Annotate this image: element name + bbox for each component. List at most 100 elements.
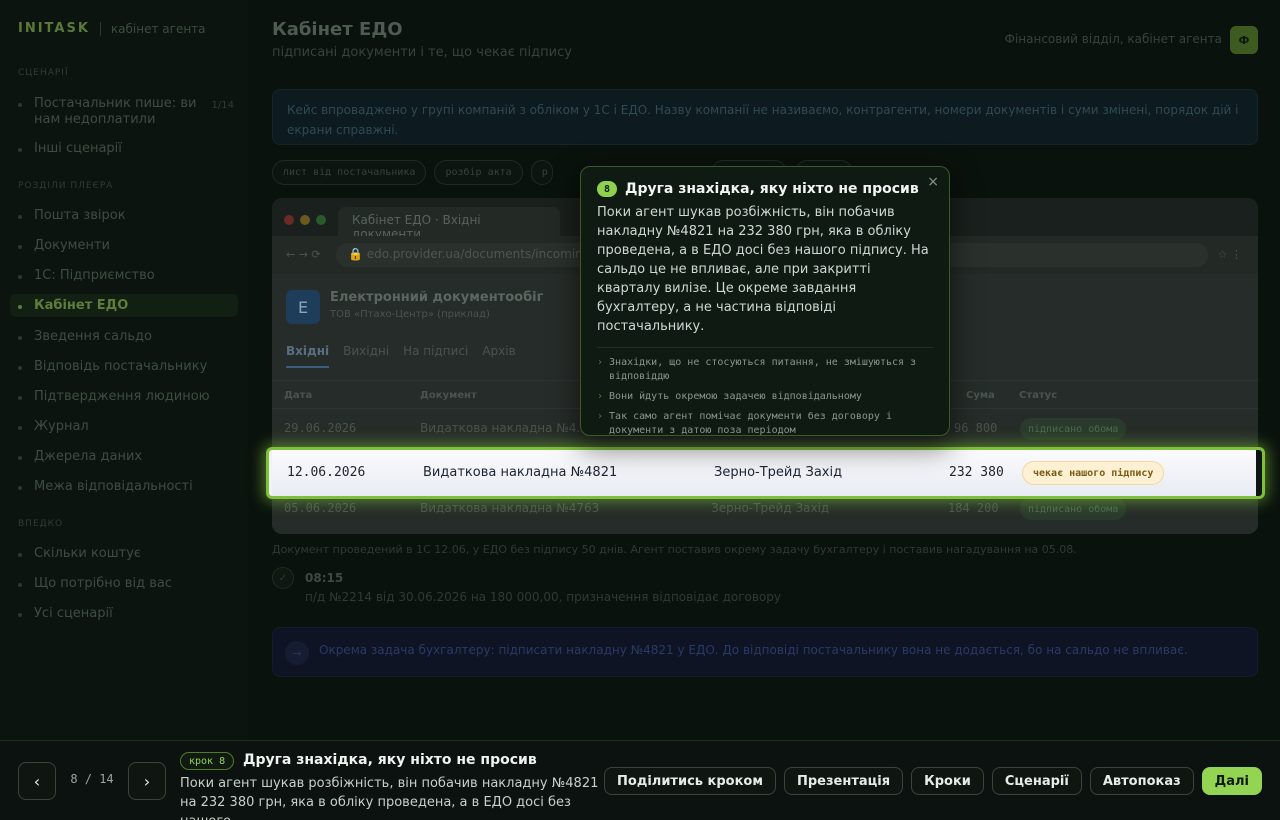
popover-divider (597, 347, 933, 348)
chevron-right-icon: › (597, 391, 604, 402)
sidebar-item-cost[interactable]: Скільки коштує (18, 546, 234, 561)
url-text: edo.provider.ua/documents/incoming (366, 247, 591, 261)
nav-arrows-icon[interactable]: ← → ⟳ (286, 248, 321, 261)
sidebar-item-confirm[interactable]: Підтвердження людиною (18, 389, 234, 404)
edo-company: ТОВ «Птахо-Центр» (приклад) (330, 309, 490, 320)
sidebar-item-mail[interactable]: Пошта звірок (18, 208, 234, 223)
col-date: Дата (284, 390, 313, 401)
sidebar-item-label: Кабінет ЕДО (34, 298, 129, 313)
tab-signing[interactable]: На підписі (403, 344, 468, 368)
bullet-icon (18, 336, 22, 340)
row-date: 29.06.2026 (284, 421, 357, 435)
popover-bullet: › Вони йдуть окремою задачею відповідальн… (597, 390, 933, 404)
presentation-button[interactable]: Презентація (783, 767, 904, 795)
row-counterparty: Зерно-Трейд Захід (711, 501, 830, 515)
sidebar-item-label: Постачальник пише: ви нам недоплатили (34, 96, 197, 127)
sidebar-item-limits[interactable]: Межа відповідальності (18, 479, 234, 494)
sidebar-item-1c[interactable]: 1С: Підприємство (18, 268, 234, 283)
step-popover: 8 Друга знахідка, яку ніхто не просив × … (580, 166, 950, 436)
chip-act-review[interactable]: розбір акта (434, 160, 523, 185)
bullet-text: Вони йдуть окремою задачею відповідально… (609, 391, 862, 402)
edo-tabs: Вхідні Вихідні На підписі Архів (286, 344, 516, 368)
share-step-button[interactable]: Поділитись кроком (604, 767, 776, 795)
sidebar-item-requirements[interactable]: Що потрібно від вас (18, 576, 234, 591)
sidebar-item-label: Що потрібно від вас (34, 576, 172, 591)
status-badge: підписано обома (1020, 418, 1127, 440)
sidebar-item-label: Підтвердження людиною (34, 389, 210, 404)
sidebar-item-label: Документи (34, 238, 110, 253)
close-window-icon[interactable] (284, 215, 294, 225)
sidebar-item-sources[interactable]: Джерела даних (18, 449, 234, 464)
sidebar-item-saldo[interactable]: Зведення сальдо (18, 329, 234, 344)
step-badge: крок 8 (180, 752, 235, 770)
sidebar-item-journal[interactable]: Журнал (18, 419, 234, 434)
timeline-time: 08:15 (305, 571, 344, 585)
col-document: Документ (420, 390, 477, 401)
sidebar-item-reply[interactable]: Відповідь постачальнику (18, 359, 234, 374)
bullet-icon (18, 583, 22, 587)
col-status: Статус (1019, 390, 1058, 401)
row-sum: 184 200 (948, 501, 999, 515)
tab-incoming[interactable]: Вхідні (286, 344, 330, 368)
page-subtitle: підписані документи і те, що чекає підпи… (272, 45, 572, 60)
browser-menu-icon[interactable]: ☆ ⋮ (1218, 248, 1242, 261)
row-document: Видаткова накладна №4821 (423, 465, 618, 480)
sidebar-scenario-other[interactable]: Інші сценарії (18, 141, 234, 156)
maximize-window-icon[interactable] (316, 215, 326, 225)
bullet-icon (18, 613, 22, 617)
sidebar-item-label: Журнал (34, 419, 89, 434)
chip-step-3[interactable]: р (530, 160, 553, 185)
tab-outgoing[interactable]: Вихідні (343, 344, 389, 368)
chip-supplier-letter[interactable]: лист від постачальника (272, 160, 427, 185)
popover-bullet: › Так само агент помічає документи без до… (597, 410, 933, 438)
arrow-right-icon: → (285, 641, 309, 665)
status-badge: підписано обома (1020, 498, 1127, 520)
sections-heading: РОЗДІЛИ ПЛЕЄРА (18, 181, 114, 191)
bullet-icon (18, 486, 22, 490)
sidebar-item-all-scenarios[interactable]: Усі сценарії (18, 606, 234, 621)
highlighted-table-row[interactable]: 12.06.2026 Видаткова накладна №4821 Зерн… (266, 447, 1265, 499)
bullet-icon (18, 275, 22, 279)
next-heading: ВПЕДКО (18, 519, 64, 529)
page-title: Кабінет ЕДО (272, 19, 403, 40)
row-counterparty: Зерно-Трейд Захід (714, 465, 843, 480)
sidebar-scenario-current[interactable]: Постачальник пише: ви нам недоплатили 1/… (18, 96, 234, 128)
row-document: Видаткова накладна №4763 (420, 501, 600, 515)
player-bottom-bar: ‹ 8 / 14 › крок 8 Друга знахідка, яку ні… (0, 740, 1280, 820)
avatar[interactable]: Ф (1230, 26, 1258, 54)
next-button[interactable]: Далі (1201, 767, 1262, 795)
sidebar-item-label: Пошта звірок (34, 208, 126, 223)
minimize-window-icon[interactable] (300, 215, 310, 225)
bullet-text: Знахідки, що не стосуються питання, не з… (609, 357, 917, 382)
sidebar-item-label: Зведення сальдо (34, 329, 152, 344)
tab-archive[interactable]: Архів (482, 344, 515, 368)
step-number-badge: 8 (597, 181, 617, 197)
steps-button[interactable]: Кроки (911, 767, 984, 795)
brand-subtitle: кабінет агента (110, 21, 206, 36)
step-title: Друга знахідка, яку ніхто не просив (243, 752, 537, 768)
bullet-icon (18, 103, 22, 107)
col-sum: Сума (966, 390, 995, 401)
timeline-text: п/д №2214 від 30.06.2026 на 180 000,00, … (305, 590, 782, 604)
bullet-text: Так само агент помічає документи без дог… (609, 411, 892, 436)
brand-logo: INITASK (18, 21, 90, 36)
close-icon[interactable]: × (927, 174, 939, 190)
status-badge-pending: чекає нашого підпису (1022, 461, 1165, 485)
edo-caption: Документ проведений в 1С 12.06, у ЕДО бе… (272, 543, 1077, 556)
scenarios-button[interactable]: Сценарії (991, 767, 1082, 795)
sidebar: INITASK кабінет агента СЦЕНАРІЇ Постачал… (0, 0, 248, 740)
sidebar-item-documents[interactable]: Документи (18, 238, 234, 253)
popover-body: Поки агент шукав розбіжність, він побачи… (597, 205, 929, 334)
sidebar-item-label: Джерела даних (34, 449, 143, 464)
check-icon: ✓ (272, 567, 294, 589)
browser-tab[interactable]: Кабінет ЕДО · Вхідні документи (338, 207, 560, 241)
next-step-arrow-button[interactable]: › (128, 762, 166, 800)
sidebar-item-edo[interactable]: Кабінет ЕДО (10, 294, 238, 317)
prev-step-button[interactable]: ‹ (18, 762, 56, 800)
scenario-count: 1/14 (211, 100, 234, 111)
player-actions: Поділитись кроком Презентація Кроки Сцен… (604, 767, 1262, 795)
row-edge (1256, 450, 1262, 496)
separate-task-box: → Окрема задача бухгалтеру: підписати на… (272, 627, 1258, 677)
row-sum: 96 800 (954, 421, 998, 435)
autoplay-button[interactable]: Автопоказ (1089, 767, 1194, 795)
